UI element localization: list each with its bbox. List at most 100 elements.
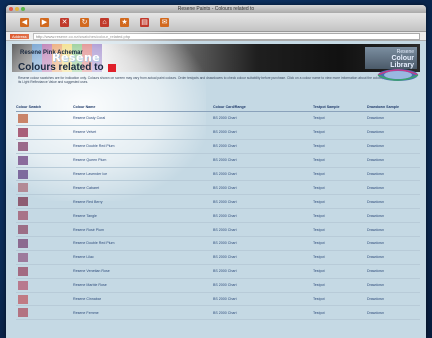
colour-range-link[interactable]: BS 2000 Chart: [213, 153, 313, 168]
testpot-link[interactable]: Testpot: [313, 222, 367, 238]
drawdown-link[interactable]: Drawdown: [367, 167, 420, 182]
zoom-icon[interactable]: [21, 7, 25, 11]
colour-range-link[interactable]: BS 2000 Chart: [213, 111, 313, 126]
colour-name-link[interactable]: Resene Cabaret: [73, 180, 213, 196]
colour-range-link[interactable]: BS 2000 Chart: [213, 264, 313, 279]
mail-icon[interactable]: ✉: [160, 17, 169, 27]
colour-range-link[interactable]: BS 2000 Chart: [213, 167, 313, 182]
colour-swatch[interactable]: [18, 252, 28, 262]
colour-name-link[interactable]: Resene Lilac: [73, 250, 213, 265]
browser-window: Resene Paints - Colours related to ◀ ▶ ✕…: [6, 5, 426, 338]
close-icon[interactable]: [9, 7, 13, 11]
drawdown-link[interactable]: Drawdown: [367, 236, 420, 251]
drawdown-link[interactable]: Drawdown: [367, 180, 420, 196]
testpot-link[interactable]: Testpot: [313, 125, 367, 140]
colour-name-link[interactable]: Resene Cinnabar: [73, 292, 213, 307]
colour-swatch[interactable]: [18, 141, 28, 151]
colour-name-link[interactable]: Resene Rosé Plum: [73, 222, 213, 238]
drawdown-link[interactable]: Drawdown: [367, 278, 420, 293]
colour-name-link[interactable]: Resene Red Berry: [73, 194, 213, 210]
table-row: Resene Lavender Ice BS 2000 Chart Testpot D…: [16, 167, 420, 182]
testpot-link[interactable]: Testpot: [313, 264, 367, 279]
colour-swatch[interactable]: [18, 211, 28, 221]
colour-name-link[interactable]: Resene Dusty Coral: [73, 111, 213, 126]
testpot-link[interactable]: Testpot: [313, 139, 367, 154]
colour-name-link[interactable]: Resene Femme: [73, 305, 213, 321]
page-heading: Colours related to: [18, 62, 116, 73]
colour-swatch[interactable]: [18, 266, 28, 276]
drawdown-link[interactable]: Drawdown: [367, 111, 420, 126]
print-icon[interactable]: ▤: [140, 17, 149, 27]
colour-swatch[interactable]: [18, 225, 28, 235]
colour-range-link[interactable]: BS 2000 Chart: [213, 194, 313, 210]
swatch-cell: [16, 180, 73, 196]
swatch-cell: [16, 236, 73, 251]
table-row: Resene Femme BS 2000 Chart Testpot Drawdown: [16, 305, 420, 321]
colour-swatch[interactable]: [18, 169, 28, 179]
header-testpot: Testpot Sample: [313, 104, 367, 112]
colour-swatch[interactable]: [18, 183, 28, 193]
testpot-link[interactable]: Testpot: [313, 180, 367, 196]
colour-name-link[interactable]: Resene Queen Plum: [73, 153, 213, 168]
colour-name-link[interactable]: Resene Double Red Plum: [73, 139, 213, 154]
testpot-link[interactable]: Testpot: [313, 292, 367, 307]
colour-range-link[interactable]: BS 2000 Chart: [213, 125, 313, 140]
related-colours-table: Colour Swatch Colour Name Colour Card/Ra…: [16, 104, 420, 321]
testpot-link[interactable]: Testpot: [313, 194, 367, 210]
colour-name-link[interactable]: Resene Lavender Ice: [73, 167, 213, 182]
testpot-link[interactable]: Testpot: [313, 250, 367, 265]
colour-name-link[interactable]: Resene Marble Rose: [73, 278, 213, 293]
colour-name-link[interactable]: Resene Venetian Rose: [73, 264, 213, 279]
colour-swatch[interactable]: [18, 113, 28, 123]
bookmarks-icon[interactable]: ★: [120, 17, 129, 27]
minimize-icon[interactable]: [15, 7, 19, 11]
drawdown-link[interactable]: Drawdown: [367, 264, 420, 279]
colour-range-link[interactable]: BS 2000 Chart: [213, 208, 313, 224]
colour-swatch[interactable]: [18, 155, 28, 165]
testpot-link[interactable]: Testpot: [313, 236, 367, 251]
colour-range-link[interactable]: BS 2000 Chart: [213, 250, 313, 265]
colour-name-link[interactable]: Resene Double Red Plum: [73, 236, 213, 251]
testpot-link[interactable]: Testpot: [313, 305, 367, 321]
window-title: Resene Paints - Colours related to: [177, 6, 255, 12]
colour-range-link[interactable]: BS 2000 Chart: [213, 278, 313, 293]
testpot-link[interactable]: Testpot: [313, 111, 367, 126]
testpot-link[interactable]: Testpot: [313, 208, 367, 224]
drawdown-link[interactable]: Drawdown: [367, 139, 420, 154]
colour-swatch[interactable]: [18, 308, 28, 318]
drawdown-link[interactable]: Drawdown: [367, 153, 420, 168]
colour-range-link[interactable]: BS 2000 Chart: [213, 139, 313, 154]
drawdown-link[interactable]: Drawdown: [367, 194, 420, 210]
colour-swatch[interactable]: [18, 238, 28, 248]
colour-range-link[interactable]: BS 2000 Chart: [213, 305, 313, 321]
home-icon[interactable]: ⌂: [100, 17, 109, 27]
drawdown-link[interactable]: Drawdown: [367, 208, 420, 224]
table-row: Resene Red Berry BS 2000 Chart Testpot Draw…: [16, 194, 420, 210]
drawdown-link[interactable]: Drawdown: [367, 250, 420, 265]
colour-swatch[interactable]: [18, 197, 28, 207]
colour-range-link[interactable]: BS 2000 Chart: [213, 180, 313, 196]
testpot-link[interactable]: Testpot: [313, 167, 367, 182]
drawdown-link[interactable]: Drawdown: [367, 125, 420, 140]
drawdown-link[interactable]: Drawdown: [367, 292, 420, 307]
url-input[interactable]: http://www.resene.co.nz/swatches/colour_…: [32, 32, 420, 40]
table-row: Resene Marble Rose BS 2000 Chart Testpot Dr…: [16, 278, 420, 293]
back-icon[interactable]: ◀: [20, 17, 29, 27]
colour-swatch[interactable]: [18, 294, 28, 304]
colour-range-link[interactable]: BS 2000 Chart: [213, 292, 313, 307]
table-row: Resene Rosé Plum BS 2000 Chart Testpot Draw…: [16, 222, 420, 238]
stop-icon[interactable]: ✕: [60, 17, 69, 27]
drawdown-link[interactable]: Drawdown: [367, 222, 420, 238]
table-row: Resene Cabaret BS 2000 Chart Testpot Drawdo…: [16, 180, 420, 196]
colour-name-link[interactable]: Resene Tangle: [73, 208, 213, 224]
colour-swatch[interactable]: [18, 280, 28, 290]
colour-name-link[interactable]: Resene Velvet: [73, 125, 213, 140]
colour-range-link[interactable]: BS 2000 Chart: [213, 222, 313, 238]
colour-range-link[interactable]: BS 2000 Chart: [213, 236, 313, 251]
forward-icon[interactable]: ▶: [40, 17, 49, 27]
colour-swatch[interactable]: [18, 127, 28, 137]
testpot-link[interactable]: Testpot: [313, 278, 367, 293]
drawdown-link[interactable]: Drawdown: [367, 305, 420, 321]
refresh-icon[interactable]: ↻: [80, 17, 89, 27]
testpot-link[interactable]: Testpot: [313, 153, 367, 168]
